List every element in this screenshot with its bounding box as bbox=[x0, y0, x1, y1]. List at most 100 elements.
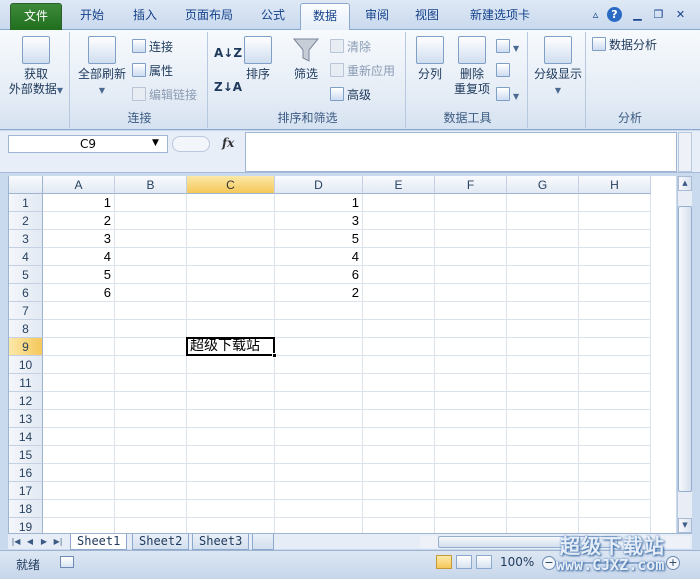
column-header-h[interactable]: H bbox=[579, 176, 651, 194]
row-header-18[interactable]: 18 bbox=[9, 500, 43, 518]
edit-links-button[interactable]: 编辑链接 bbox=[132, 86, 197, 104]
help-icon[interactable]: ? bbox=[607, 7, 622, 22]
scroll-up-icon[interactable]: ▲ bbox=[678, 176, 692, 191]
active-cell-c9[interactable]: 超级下载站 bbox=[186, 337, 275, 356]
row-header-12[interactable]: 12 bbox=[9, 392, 43, 410]
data-validation-button[interactable]: ▼ bbox=[496, 38, 519, 56]
formula-input[interactable] bbox=[245, 132, 677, 172]
outline-button[interactable]: 分级显示 ▼ bbox=[532, 36, 584, 98]
cell-d3[interactable]: 5 bbox=[275, 230, 362, 248]
row-header-4[interactable]: 4 bbox=[9, 248, 43, 266]
row-header-9[interactable]: 9 bbox=[9, 338, 43, 356]
formula-bar-splitter[interactable] bbox=[172, 136, 210, 152]
scroll-down-icon[interactable]: ▼ bbox=[678, 518, 692, 533]
sort-button[interactable]: 排序 bbox=[238, 36, 278, 82]
select-all-corner[interactable] bbox=[9, 176, 43, 194]
data-analysis-button[interactable]: 数据分析 bbox=[592, 36, 657, 54]
remove-duplicates-button[interactable]: 删除 重复项 bbox=[452, 36, 492, 97]
minimize-window-icon[interactable]: ▁ bbox=[630, 7, 645, 22]
next-sheet-icon[interactable]: ▶ bbox=[38, 535, 50, 548]
worksheet-grid[interactable]: A B C D E F G H 1 2 3 4 5 6 7 8 9 10 11 12 13 14 15 16 17 18 19 1 2 3… bbox=[8, 176, 676, 533]
column-header-e[interactable]: E bbox=[363, 176, 435, 194]
refresh-all-button[interactable]: 全部刷新 ▼ bbox=[74, 36, 130, 98]
advanced-button[interactable]: 高级 bbox=[330, 86, 371, 104]
what-if-button[interactable]: ▼ bbox=[496, 86, 519, 104]
row-header-6[interactable]: 6 bbox=[9, 284, 43, 302]
cell-d6[interactable]: 2 bbox=[275, 284, 362, 302]
sheet-tab-sheet2[interactable]: Sheet2 bbox=[132, 534, 190, 550]
formula-bar-scroll[interactable] bbox=[678, 132, 692, 172]
sheet-tab-sheet1[interactable]: Sheet1 bbox=[70, 534, 128, 550]
cell-a4[interactable]: 4 bbox=[43, 248, 114, 266]
consolidate-button[interactable] bbox=[496, 62, 513, 80]
last-sheet-icon[interactable]: ▶| bbox=[52, 535, 64, 548]
row-header-3[interactable]: 3 bbox=[9, 230, 43, 248]
row-header-15[interactable]: 15 bbox=[9, 446, 43, 464]
row-header-2[interactable]: 2 bbox=[9, 212, 43, 230]
minimize-ribbon-icon[interactable]: ▵ bbox=[588, 7, 603, 22]
clear-button[interactable]: 清除 bbox=[330, 38, 371, 56]
insert-function-icon[interactable]: fx bbox=[222, 136, 234, 150]
row-header-1[interactable]: 1 bbox=[9, 194, 43, 212]
row-header-13[interactable]: 13 bbox=[9, 410, 43, 428]
column-header-c[interactable]: C bbox=[187, 176, 275, 194]
cell-d2[interactable]: 3 bbox=[275, 212, 362, 230]
close-window-icon[interactable]: ✕ bbox=[673, 7, 688, 22]
get-external-data-button[interactable]: 获取 外部数据▼ bbox=[6, 36, 66, 98]
row-header-10[interactable]: 10 bbox=[9, 356, 43, 374]
row-header-16[interactable]: 16 bbox=[9, 464, 43, 482]
cell-a6[interactable]: 6 bbox=[43, 284, 114, 302]
insert-sheet-icon[interactable] bbox=[252, 534, 274, 550]
column-header-b[interactable]: B bbox=[115, 176, 187, 194]
name-box-dropdown-icon[interactable]: ▼ bbox=[152, 138, 159, 148]
prev-sheet-icon[interactable]: ◀ bbox=[24, 535, 36, 548]
cell-a2[interactable]: 2 bbox=[43, 212, 114, 230]
vertical-scrollbar[interactable]: ▲ ▼ bbox=[677, 176, 692, 533]
tab-data[interactable]: 数据 bbox=[300, 3, 350, 31]
vertical-scroll-thumb[interactable] bbox=[678, 206, 692, 492]
tab-home[interactable]: 开始 bbox=[66, 3, 118, 30]
connections-button[interactable]: 连接 bbox=[132, 38, 173, 56]
zoom-level[interactable]: 100% bbox=[500, 555, 534, 569]
tab-page-layout[interactable]: 页面布局 bbox=[172, 3, 246, 30]
sheet-tab-sheet3[interactable]: Sheet3 bbox=[192, 534, 250, 550]
column-header-a[interactable]: A bbox=[43, 176, 115, 194]
cell-d1[interactable]: 1 bbox=[275, 194, 362, 212]
page-layout-view-icon[interactable] bbox=[456, 555, 472, 569]
macro-record-icon[interactable] bbox=[60, 556, 74, 568]
cell-a1[interactable]: 1 bbox=[43, 194, 114, 212]
normal-view-icon[interactable] bbox=[436, 555, 452, 569]
row-header-11[interactable]: 11 bbox=[9, 374, 43, 392]
tab-file[interactable]: 文件 bbox=[10, 3, 62, 30]
first-sheet-icon[interactable]: |◀ bbox=[10, 535, 22, 548]
grid-line bbox=[43, 463, 651, 464]
tab-new-tab[interactable]: 新建选项卡 bbox=[456, 3, 544, 30]
tab-view[interactable]: 视图 bbox=[404, 3, 450, 30]
column-header-d[interactable]: D bbox=[275, 176, 363, 194]
fill-handle[interactable] bbox=[272, 353, 277, 358]
text-to-columns-button[interactable]: 分列 bbox=[412, 36, 448, 82]
filter-button[interactable]: 筛选 bbox=[286, 36, 326, 82]
tab-review[interactable]: 审阅 bbox=[354, 3, 400, 30]
cell-a5[interactable]: 5 bbox=[43, 266, 114, 284]
reapply-button[interactable]: 重新应用 bbox=[330, 62, 395, 80]
row-header-5[interactable]: 5 bbox=[9, 266, 43, 284]
restore-window-icon[interactable]: ❐ bbox=[651, 7, 666, 22]
column-header-g[interactable]: G bbox=[507, 176, 579, 194]
row-header-8[interactable]: 8 bbox=[9, 320, 43, 338]
tab-insert[interactable]: 插入 bbox=[122, 3, 168, 30]
tab-formulas[interactable]: 公式 bbox=[250, 3, 296, 30]
row-header-19[interactable]: 19 bbox=[9, 518, 43, 533]
row-header-17[interactable]: 17 bbox=[9, 482, 43, 500]
row-header-14[interactable]: 14 bbox=[9, 428, 43, 446]
cell-d5[interactable]: 6 bbox=[275, 266, 362, 284]
page-break-view-icon[interactable] bbox=[476, 555, 492, 569]
cell-a3[interactable]: 3 bbox=[43, 230, 114, 248]
name-box[interactable]: C9 bbox=[8, 135, 168, 153]
zoom-in-icon[interactable]: + bbox=[666, 556, 680, 570]
column-header-f[interactable]: F bbox=[435, 176, 507, 194]
properties-button[interactable]: 属性 bbox=[132, 62, 173, 80]
cell-d4[interactable]: 4 bbox=[275, 248, 362, 266]
row-header-7[interactable]: 7 bbox=[9, 302, 43, 320]
zoom-out-icon[interactable]: − bbox=[542, 556, 556, 570]
